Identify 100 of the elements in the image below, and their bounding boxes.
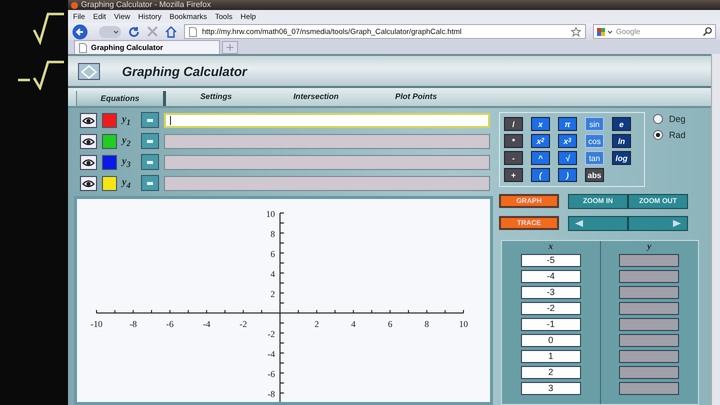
right-arrow-button[interactable] <box>628 216 688 231</box>
y-tick-label: 10 <box>266 209 275 219</box>
eye-icon[interactable] <box>80 154 97 170</box>
key-button[interactable]: x$^{2}$ <box>531 134 550 148</box>
key-button[interactable]: π <box>558 117 577 131</box>
equals-button[interactable] <box>141 175 159 191</box>
equation-field[interactable] <box>164 176 490 190</box>
x-value-field[interactable]: -4 <box>520 270 581 283</box>
key-button[interactable]: / <box>504 117 523 131</box>
x-value-field[interactable]: 1 <box>520 350 581 363</box>
y-value-field <box>619 270 680 283</box>
eye-icon[interactable] <box>80 112 97 128</box>
x-tick-label: -6 <box>166 319 174 329</box>
forward-button[interactable] <box>99 26 121 38</box>
logo-icon <box>78 62 100 80</box>
x-tick-label: 8 <box>424 319 430 329</box>
y-tick-label: 2 <box>270 289 275 299</box>
x-tick-label: -4 <box>202 319 210 329</box>
equation-label: y$_{3}$ <box>122 156 132 168</box>
key-button[interactable]: cos <box>585 134 604 148</box>
y-tick-label: -4 <box>268 349 275 359</box>
y-tick-label: -6 <box>268 369 275 379</box>
radio-button[interactable] <box>653 130 663 140</box>
y-value-field <box>619 318 680 331</box>
star-icon[interactable] <box>571 26 581 36</box>
reload-icon[interactable] <box>128 26 140 38</box>
radio-button[interactable] <box>653 114 663 124</box>
page-icon <box>79 42 87 52</box>
equation-label: y$_{2}$ <box>122 134 132 148</box>
x-value-field[interactable]: 3 <box>520 382 581 395</box>
key-button[interactable]: sin <box>585 117 604 131</box>
color-swatch[interactable] <box>102 154 117 170</box>
radio-label: Deg <box>669 114 686 124</box>
eye-icon[interactable] <box>80 176 97 190</box>
color-swatch[interactable] <box>102 112 117 128</box>
home-icon[interactable] <box>165 26 177 38</box>
key-button[interactable]: x <box>531 117 550 131</box>
tab[interactable]: Intersection <box>266 88 366 106</box>
key-button[interactable]: ) <box>558 168 577 182</box>
browser-logo-icon <box>71 2 78 8</box>
equals-button[interactable] <box>141 154 159 170</box>
search-icon[interactable] <box>703 27 712 36</box>
x-value-field[interactable]: 0 <box>520 334 581 347</box>
tab[interactable]: Equations <box>76 91 166 106</box>
color-swatch[interactable] <box>102 176 117 190</box>
y-tick-label: 4 <box>270 269 275 279</box>
x-value-field[interactable]: -2 <box>520 302 581 315</box>
x-tick-label: 10 <box>459 319 468 329</box>
equation-field[interactable] <box>164 112 490 128</box>
app-title: Graphing Calculator <box>122 64 247 78</box>
y-value-field <box>619 350 680 363</box>
key-button[interactable]: ( <box>531 168 550 182</box>
tab[interactable]: Plot Points <box>366 88 466 106</box>
equation-label: y$_{4}$ <box>122 176 132 190</box>
y-value-field <box>619 286 680 299</box>
key-button[interactable]: ^ <box>531 151 550 165</box>
x-value-field[interactable]: -5 <box>520 254 581 267</box>
x-value-field[interactable]: -1 <box>520 318 581 331</box>
page-icon <box>189 26 197 36</box>
key-button[interactable]: e <box>612 117 631 131</box>
eye-icon[interactable] <box>80 134 97 148</box>
equation-field[interactable] <box>164 154 490 170</box>
x-value-field[interactable]: 2 <box>520 366 581 379</box>
search-engine-icon[interactable] <box>597 26 613 36</box>
y-value-field <box>619 302 680 315</box>
left-arrow-button[interactable] <box>568 216 628 231</box>
y-value-field <box>619 382 680 395</box>
y-value-field <box>619 334 680 347</box>
scrollbar[interactable] <box>711 54 720 405</box>
column-header: y <box>647 241 652 251</box>
key-button[interactable]: + <box>504 168 523 182</box>
key-button[interactable]: √ <box>558 151 577 165</box>
equals-button[interactable] <box>141 133 159 149</box>
equation-label: y$_{1}$ <box>122 114 132 126</box>
key-button[interactable]: tan <box>585 151 604 165</box>
column-header: x <box>548 241 553 251</box>
y-tick-label: 6 <box>270 249 275 259</box>
x-tick-label: -10 <box>90 319 102 329</box>
y-tick-label: 8 <box>270 229 275 239</box>
x-value-field[interactable]: -3 <box>520 286 581 299</box>
left-triangle-icon <box>575 220 583 227</box>
key-button[interactable]: ln <box>612 134 631 148</box>
radio-label: Rad <box>669 130 686 140</box>
x-tick-label: -2 <box>240 319 248 329</box>
x-tick-label: -8 <box>129 319 137 329</box>
x-tick-label: 4 <box>351 319 356 329</box>
x-tick-label: 6 <box>388 319 392 329</box>
color-swatch[interactable] <box>102 134 117 148</box>
key-button[interactable]: abs <box>585 168 604 182</box>
key-button[interactable]: - <box>504 151 523 165</box>
tab[interactable]: Settings <box>166 88 266 106</box>
window-title: Graphing Calculator - Mozilla Firefox <box>81 0 211 10</box>
key-button[interactable]: * <box>504 134 523 148</box>
y-tick-label: -8 <box>268 389 275 399</box>
y-value-field <box>619 366 680 379</box>
equals-button[interactable] <box>141 112 159 128</box>
key-button[interactable]: x$^{3}$ <box>558 134 577 148</box>
key-button[interactable]: log <box>612 151 631 165</box>
equation-field[interactable] <box>164 134 490 148</box>
right-triangle-icon <box>673 220 681 227</box>
